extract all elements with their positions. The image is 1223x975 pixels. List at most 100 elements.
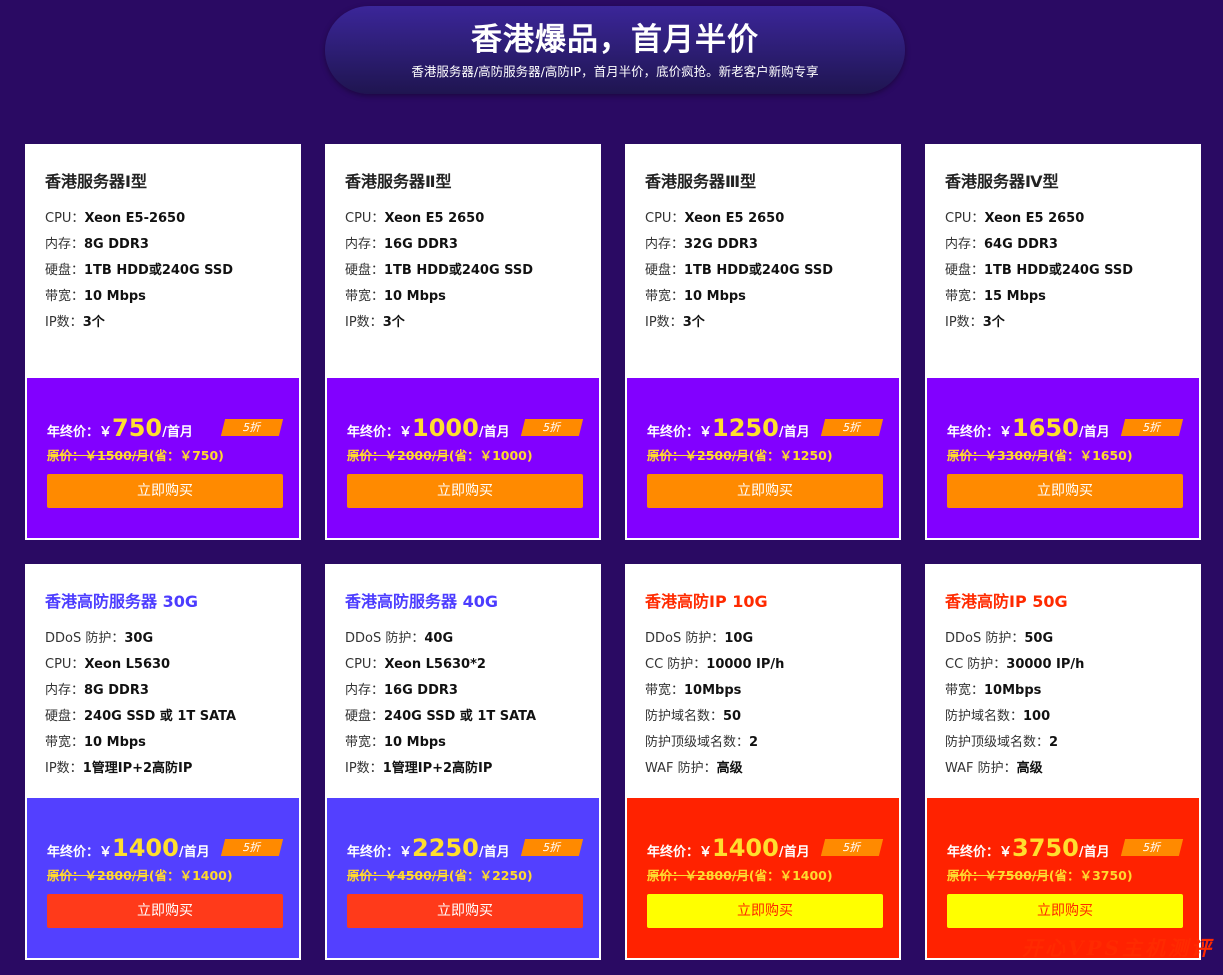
buy-now-button[interactable]: 立即购买 [47,894,283,928]
discount-badge: 5折 [1120,419,1184,436]
spec-row: CPU：Xeon E5-2650 [45,206,233,232]
spec-label: 内存： [45,237,85,252]
spec-value: 3个 [382,315,405,330]
spec-value: 3个 [982,315,1005,330]
savings-text: (省：￥1250) [748,448,833,463]
spec-row: 防护域名数：100 [945,704,1084,730]
spec-label: 防护域名数： [945,709,1024,724]
price-panel: 年终价：￥1400/首月 5折 原价：￥2800/月(省：￥1400) 立即购买 [27,798,299,958]
price-panel: 年终价：￥2250/首月 5折 原价：￥4500/月(省：￥2250) 立即购买 [327,798,599,958]
spec-value: 40G [424,631,454,646]
spec-label: 硬盘： [45,263,85,278]
currency-symbol: ￥ [399,845,413,860]
price-panel: 年终价：￥1000/首月 5折原价：￥2000/月(省：￥1000) 立即购买 [327,378,599,538]
price-unit: /首月 [178,845,210,860]
buy-now-button[interactable]: 立即购买 [47,474,283,508]
spec-label: 带宽： [645,683,685,698]
spec-value: 240G SSD 或 1T SATA [384,709,537,724]
price-panel: 年终价：￥750/首月 5折 原价：￥1500/月(省：￥750) 立即购买 [27,378,299,538]
spec-label: IP数： [45,761,83,776]
product-name: 香港高防IP 50G [945,592,1068,611]
spec-row: CPU：Xeon L5630 [45,652,236,678]
spec-row: DDoS 防护：10G [645,626,784,652]
product-card: 香港服务器Ⅳ型 CPU：Xeon E5 2650 内存：64G DDR3 硬盘：1TB… [925,144,1201,540]
product-name: 香港服务器Ⅲ型 [645,172,757,191]
spec-list: CPU：Xeon E5 2650 内存：32G DDR3 硬盘：1TB HDD或24… [645,206,833,336]
spec-row: 硬盘：1TB HDD或240G SSD [645,258,833,284]
spec-value: 10G [724,631,754,646]
spec-row: IP数：3个 [345,310,533,336]
sale-price-label: 年终价： [647,845,700,860]
spec-row: IP数：3个 [45,310,233,336]
spec-row: 硬盘：1TB HDD或240G SSD [45,258,233,284]
spec-label: 带宽： [345,289,385,304]
currency-symbol: ￥ [699,425,713,440]
original-price-value: ￥2500/月 [684,448,749,463]
currency-symbol: ￥ [999,845,1013,860]
spec-label: 防护顶级域名数： [645,735,750,750]
discount-badge: 5折 [520,419,584,436]
product-name: 香港高防服务器 30G [45,592,198,611]
product-card: 香港服务器Ⅲ型 CPU：Xeon E5 2650 内存：32G DDR3 硬盘：1TB… [625,144,901,540]
sale-price: 年终价：￥750/首月 [47,414,193,442]
spec-list: DDoS 防护：10G CC 防护：10000 IP/h 带宽：10Mbps 防护域名… [645,626,784,782]
spec-label: CPU： [45,657,85,672]
spec-list: CPU：Xeon E5 2650 内存：64G DDR3 硬盘：1TB HDD或24… [945,206,1133,336]
spec-value: 1TB HDD或240G SSD [84,263,234,278]
spec-value: 10Mbps [984,683,1042,698]
original-price-label: 原价： [47,868,85,883]
spec-label: CPU： [45,211,85,226]
spec-value: 1管理IP+2高防IP [382,761,493,776]
product-name: 香港服务器Ⅰ型 [45,172,147,191]
spec-row: 防护顶级域名数：2 [945,730,1084,756]
original-price-label: 原价： [947,448,985,463]
currency-symbol: ￥ [99,845,113,860]
product-card: 香港高防IP 10G DDoS 防护：10G CC 防护：10000 IP/h 带宽：… [625,564,901,960]
spec-row: 内存：16G DDR3 [345,678,536,704]
spec-row: 带宽：10 Mbps [45,730,236,756]
spec-value: 3个 [82,315,105,330]
spec-value: 100 [1023,709,1051,724]
product-name: 香港高防服务器 40G [345,592,498,611]
discount-badge: 5折 [1120,839,1184,856]
spec-label: 带宽： [945,683,985,698]
price-panel: 年终价：￥1650/首月 5折 原价：￥3300/月(省：￥1650) 立即购买 [927,378,1199,538]
sale-price-label: 年终价： [947,425,1000,440]
spec-list: CPU：Xeon E5 2650 内存：16G DDR3 硬盘：1TB HDD或24… [345,206,533,336]
buy-now-button[interactable]: 立即购买 [947,894,1183,928]
original-price-label: 原价： [47,448,85,463]
spec-label: 带宽： [345,735,385,750]
spec-row: 带宽：10 Mbps [645,284,833,310]
sale-price-label: 年终价： [47,425,100,440]
spec-label: 硬盘： [345,709,385,724]
buy-now-button[interactable]: 立即购买 [647,474,883,508]
spec-list: DDoS 防护：40G CPU：Xeon L5630*2 内存：16G DDR3 硬盘… [345,626,536,782]
original-price-label: 原价： [647,868,685,883]
buy-now-button[interactable]: 立即购买 [347,474,583,508]
spec-label: 内存： [45,683,85,698]
spec-row: 内存：64G DDR3 [945,232,1133,258]
product-card: 香港高防服务器 40G DDoS 防护：40G CPU：Xeon L5630*2 内存… [325,564,601,960]
spec-row: WAF 防护：高级 [945,756,1084,782]
sale-price: 年终价：￥1000/首月 [347,414,510,442]
spec-row: 硬盘：1TB HDD或240G SSD [945,258,1133,284]
original-price: 原价：￥2000/月(省：￥1000) [347,445,533,464]
spec-row: DDoS 防护：30G [45,626,236,652]
discount-badge: 5折 [820,419,884,436]
spec-row: 内存：16G DDR3 [345,232,533,258]
currency-symbol: ￥ [99,425,113,440]
spec-value: 3个 [682,315,705,330]
buy-now-button[interactable]: 立即购买 [647,894,883,928]
spec-label: 硬盘： [45,709,85,724]
spec-value: 50G [1024,631,1054,646]
sale-price-value: 2250 [412,834,479,862]
spec-value: 16G DDR3 [384,683,458,698]
sale-price: 年终价：￥1250/首月 [647,414,810,442]
spec-row: IP数：3个 [945,310,1133,336]
sale-price-value: 1000 [412,414,479,442]
original-price-value: ￥2800/月 [84,868,149,883]
buy-now-button[interactable]: 立即购买 [947,474,1183,508]
currency-symbol: ￥ [699,845,713,860]
buy-now-button[interactable]: 立即购买 [347,894,583,928]
sale-price-value: 1400 [112,834,179,862]
